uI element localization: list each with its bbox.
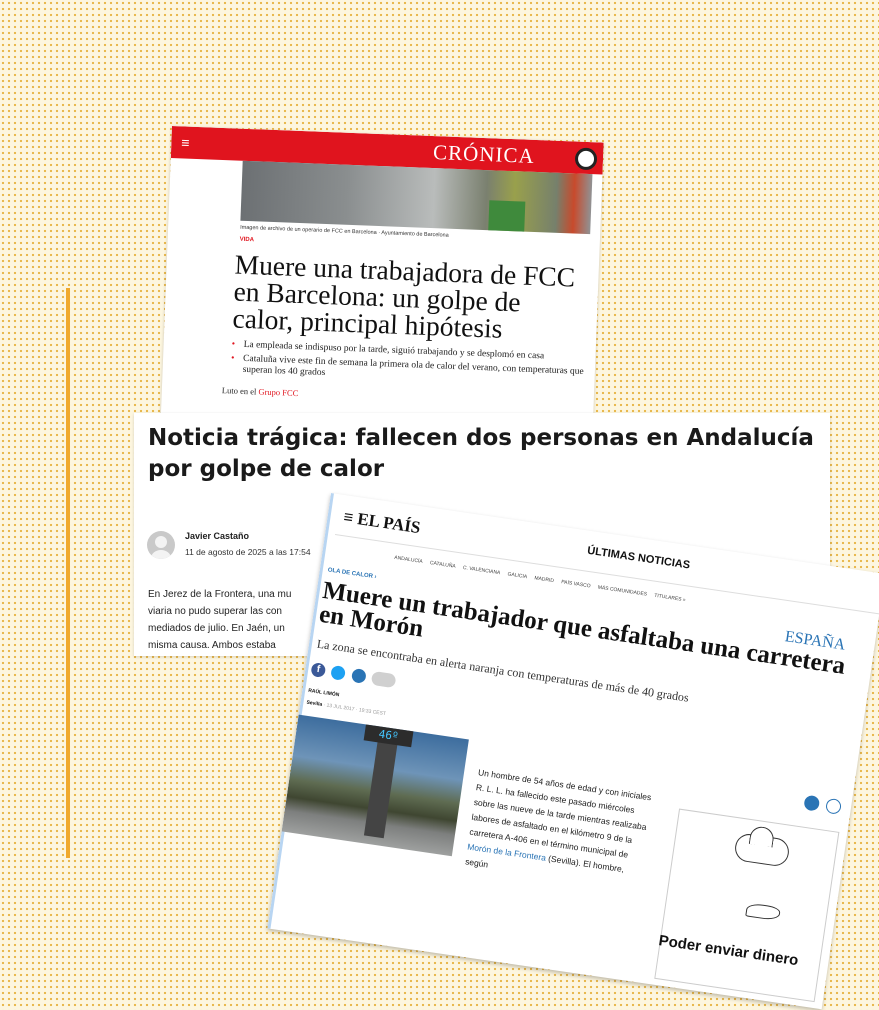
bird-icon (745, 902, 781, 922)
dateline: Sevilla · 13 JUL 2017 · 19:33 CEST (306, 700, 386, 718)
cloud-icon (733, 832, 791, 868)
cronica-screenshot: ≡ CRÓNICA Imagen de archivo de un operar… (160, 126, 604, 443)
thermometer-display: 46º (363, 724, 414, 748)
article-photo: 46º (281, 714, 469, 857)
nav-item-pais-vasco[interactable]: PAÍS VASCO (561, 579, 591, 589)
related-link[interactable]: Grupo FCC (258, 387, 298, 399)
share-icon[interactable] (350, 667, 367, 684)
menu-icon[interactable]: ≡ (181, 134, 190, 150)
author-name[interactable]: RAÚL LIMÓN (308, 688, 340, 698)
summary-bullets: La empleada se indispuso por la tarde, s… (230, 339, 585, 389)
accent-bar (66, 288, 70, 858)
nav-item-madrid[interactable]: MADRID (534, 575, 554, 584)
article-photo (240, 160, 593, 235)
nav-item-andalucia[interactable]: ANDALUCÍA (394, 555, 423, 565)
search-icon[interactable] (574, 147, 598, 171)
author-name[interactable]: Javier Castaño (185, 531, 249, 541)
related-row: Luto en el Grupo FCC (222, 385, 594, 409)
nav-item-titulares[interactable]: TITULARES » (654, 593, 686, 604)
mail-icon[interactable] (803, 794, 821, 812)
article-body: Un hombre de 54 años de edad y con inici… (464, 765, 657, 895)
nav-item-valenciana[interactable]: C. VALENCIANA (462, 565, 500, 576)
elpais-screenshot: ≡ EL PAÍS ÚLTIMAS NOTICIAS ANDALUCÍA CAT… (267, 493, 879, 1010)
tool-icons (800, 794, 843, 820)
publish-date: 11 de agosto de 2025 a las 17:54 (185, 547, 311, 557)
related-prefix: Luto en el (221, 385, 257, 397)
latest-news-link[interactable]: ÚLTIMAS NOTICIAS (587, 545, 691, 572)
thermometer-pole (363, 736, 399, 839)
dateline-place: Sevilla (306, 699, 323, 708)
facebook-icon[interactable]: f (310, 661, 327, 678)
dateline-date: · 13 JUL 2017 · 19:33 CEST (321, 701, 387, 718)
share-count-pill[interactable] (371, 670, 397, 689)
twitter-icon[interactable] (330, 664, 347, 681)
article-headline: Muere una trabajadora de FCC en Barcelon… (232, 248, 576, 344)
nav-item-galicia[interactable]: GALICIA (507, 571, 527, 580)
article-headline: Noticia trágica: fallecen dos personas e… (148, 425, 814, 482)
photo-green-bin (488, 200, 526, 232)
share-bar: f (310, 660, 399, 690)
elpais-logo[interactable]: ≡ EL PAÍS (342, 507, 421, 538)
body-line: viaria no pudo superar las con (148, 606, 282, 617)
nav-item-mas-comunidades[interactable]: MÁS COMUNIDADES (597, 585, 647, 598)
print-icon[interactable] (825, 797, 843, 815)
advertisement[interactable]: Poder enviar dinero (654, 808, 840, 1003)
nav-item-cataluna[interactable]: CATALUÑA (430, 560, 457, 570)
body-line: En Jerez de la Frontera, una mu (148, 589, 292, 600)
avatar (147, 531, 175, 559)
ad-text: Poder enviar dinero (657, 932, 800, 970)
cronica-logo[interactable]: CRÓNICA (433, 140, 535, 169)
